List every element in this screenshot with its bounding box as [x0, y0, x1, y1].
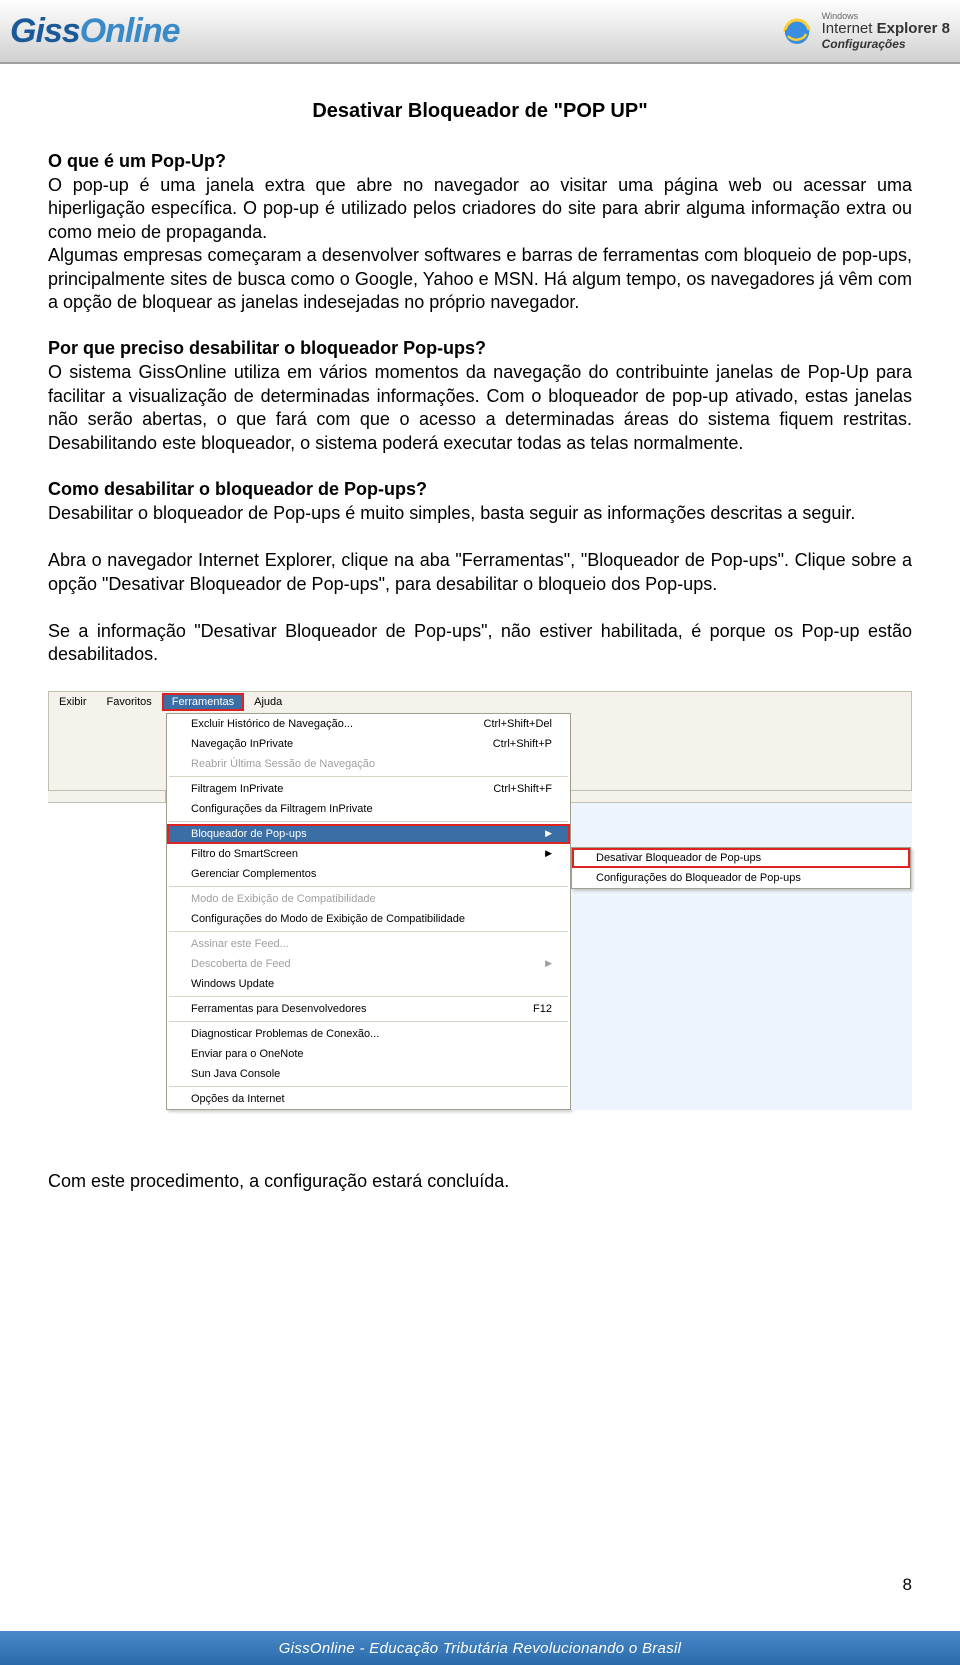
menu-separator: [169, 886, 568, 887]
menu-item-label: Assinar este Feed...: [191, 938, 289, 950]
submenu-arrow-icon: ▶: [545, 848, 552, 859]
submenu-arrow-icon: ▶: [545, 828, 552, 839]
conclusion-para: Com este procedimento, a configuração es…: [48, 1170, 912, 1193]
menu-item-label: Ferramentas para Desenvolvedores: [191, 1003, 366, 1015]
menu-ajuda[interactable]: Ajuda: [244, 693, 292, 711]
step2-para: Se a informação "Desativar Bloqueador de…: [48, 620, 912, 667]
ie-text-block: Windows Internet Explorer 8 Configuraçõe…: [822, 12, 950, 50]
menu-separator: [169, 821, 568, 822]
menu-item[interactable]: Configurações do Modo de Exibição de Com…: [167, 909, 570, 929]
menu-item-label: Sun Java Console: [191, 1068, 280, 1080]
menu-item-shortcut: F12: [533, 1003, 552, 1015]
menu-item-label: Opções da Internet: [191, 1093, 285, 1105]
menu-item[interactable]: Enviar para o OneNote: [167, 1044, 570, 1064]
ss-left-gutter-white: [48, 803, 166, 1110]
submenu-arrow-icon: ▶: [545, 958, 552, 969]
menu-item-shortcut: Ctrl+Shift+F: [493, 783, 552, 795]
menu-item[interactable]: Windows Update: [167, 974, 570, 994]
menu-item[interactable]: Gerenciar Complementos: [167, 864, 570, 884]
menu-exibir[interactable]: Exibir: [49, 693, 97, 711]
menu-item[interactable]: Diagnosticar Problemas de Conexão...: [167, 1024, 570, 1044]
ie-name: Internet: [822, 20, 877, 37]
menu-ferramentas[interactable]: Ferramentas: [162, 693, 244, 711]
submenu-item[interactable]: Desativar Bloqueador de Pop-ups: [572, 848, 910, 868]
menu-item-label: Reabrir Última Sessão de Navegação: [191, 758, 375, 770]
menu-item[interactable]: Opções da Internet: [167, 1089, 570, 1109]
menu-item-label: Configurações da Filtragem InPrivate: [191, 803, 373, 815]
menu-item: Modo de Exibição de Compatibilidade: [167, 889, 570, 909]
footer-text: GissOnline - Educação Tributária Revoluc…: [279, 1640, 682, 1657]
footer-bar: GissOnline - Educação Tributária Revoluc…: [0, 1631, 960, 1665]
menu-item[interactable]: Excluir Histórico de Navegação... Ctrl+Sh…: [167, 714, 570, 734]
submenu-item[interactable]: Configurações do Bloqueador de Pop-ups: [572, 868, 910, 888]
menu-item[interactable]: Sun Java Console: [167, 1064, 570, 1084]
menu-item[interactable]: Filtragem InPrivate Ctrl+Shift+F: [167, 779, 570, 799]
menu-item-label: Diagnosticar Problemas de Conexão...: [191, 1028, 379, 1040]
menu-separator: [169, 1021, 568, 1022]
menu-item-label: Windows Update: [191, 978, 274, 990]
menu-item[interactable]: Filtro do SmartScreen ▶: [167, 844, 570, 864]
ss-left-gutter-bar: [48, 791, 166, 803]
menu-item[interactable]: Ferramentas para Desenvolvedores F12: [167, 999, 570, 1019]
ie-version: 8: [942, 20, 950, 37]
q1-para1: O pop-up é uma janela extra que abre no …: [48, 174, 912, 244]
step1-para: Abra o navegador Internet Explorer, cliq…: [48, 549, 912, 596]
menu-separator: [169, 1086, 568, 1087]
menu-item-label: Bloqueador de Pop-ups: [191, 828, 307, 840]
ss-right-content: Desativar Bloqueador de Pop-upsConfigura…: [571, 803, 912, 1110]
menu-item-label: Gerenciar Complementos: [191, 868, 316, 880]
menu-item-label: Configurações do Modo de Exibição de Com…: [191, 913, 465, 925]
document-content: Desativar Bloqueador de "POP UP" O que é…: [0, 64, 960, 667]
logo-online: Online: [80, 12, 180, 50]
q2-para: O sistema GissOnline utiliza em vários m…: [48, 361, 912, 455]
ss-right-area: Desativar Bloqueador de Pop-upsConfigura…: [571, 713, 912, 1110]
menu-item: Reabrir Última Sessão de Navegação: [167, 754, 570, 774]
ie-screenshot: Exibir Favoritos Ferramentas Ajuda Exclu…: [48, 691, 912, 1110]
ss-right-toolbar-bg: [571, 713, 912, 791]
doc-title: Desativar Bloqueador de "POP UP": [48, 100, 912, 123]
q1-heading: O que é um Pop-Up?: [48, 151, 912, 172]
menu-item[interactable]: Configurações da Filtragem InPrivate: [167, 799, 570, 819]
q2-heading: Por que preciso desabilitar o bloqueador…: [48, 338, 912, 359]
tools-dropdown: Excluir Histórico de Navegação... Ctrl+Sh…: [166, 713, 571, 1110]
menu-item[interactable]: Navegação InPrivate Ctrl+Shift+P: [167, 734, 570, 754]
q1-para2: Algumas empresas começaram a desenvolver…: [48, 244, 912, 314]
ie-config-label: Configurações: [822, 38, 950, 50]
menu-item: Assinar este Feed...: [167, 934, 570, 954]
menu-item-label: Excluir Histórico de Navegação...: [191, 718, 353, 730]
menu-item-label: Filtro do SmartScreen: [191, 848, 298, 860]
menu-item-label: Descoberta de Feed: [191, 958, 291, 970]
menu-item[interactable]: Bloqueador de Pop-ups ▶: [167, 824, 570, 844]
logo-giss: Giss: [10, 12, 80, 50]
menu-item-label: Navegação InPrivate: [191, 738, 293, 750]
ie-logo-icon: [780, 14, 814, 48]
screenshot-body: Excluir Histórico de Navegação... Ctrl+Sh…: [48, 713, 912, 1110]
q3-heading: Como desabilitar o bloqueador de Pop-ups…: [48, 479, 912, 500]
menu-item-shortcut: Ctrl+Shift+P: [493, 738, 552, 750]
menu-separator: [169, 996, 568, 997]
popup-blocker-submenu: Desativar Bloqueador de Pop-upsConfigura…: [571, 847, 911, 889]
ie-explorer: Explorer: [877, 20, 938, 37]
logo: GissOnline: [10, 12, 180, 51]
menu-favoritos[interactable]: Favoritos: [97, 693, 162, 711]
menu-item-label: Filtragem InPrivate: [191, 783, 283, 795]
header-right: Windows Internet Explorer 8 Configuraçõe…: [780, 12, 950, 50]
menu-item-label: Modo de Exibição de Compatibilidade: [191, 893, 376, 905]
menu-item-shortcut: Ctrl+Shift+Del: [484, 718, 552, 730]
page-number: 8: [903, 1575, 912, 1595]
menu-separator: [169, 776, 568, 777]
ss-left-gutter-toolbar: [48, 713, 166, 791]
menubar: Exibir Favoritos Ferramentas Ajuda: [48, 691, 912, 713]
menu-item: Descoberta de Feed ▶: [167, 954, 570, 974]
ie-title: Internet Explorer 8: [822, 21, 950, 36]
q3-para: Desabilitar o bloqueador de Pop-ups é mu…: [48, 502, 912, 525]
ss-right-bar: [571, 791, 912, 803]
header-bar: GissOnline Windows Internet Explorer 8 C…: [0, 0, 960, 64]
menu-item-label: Enviar para o OneNote: [191, 1048, 304, 1060]
menu-separator: [169, 931, 568, 932]
